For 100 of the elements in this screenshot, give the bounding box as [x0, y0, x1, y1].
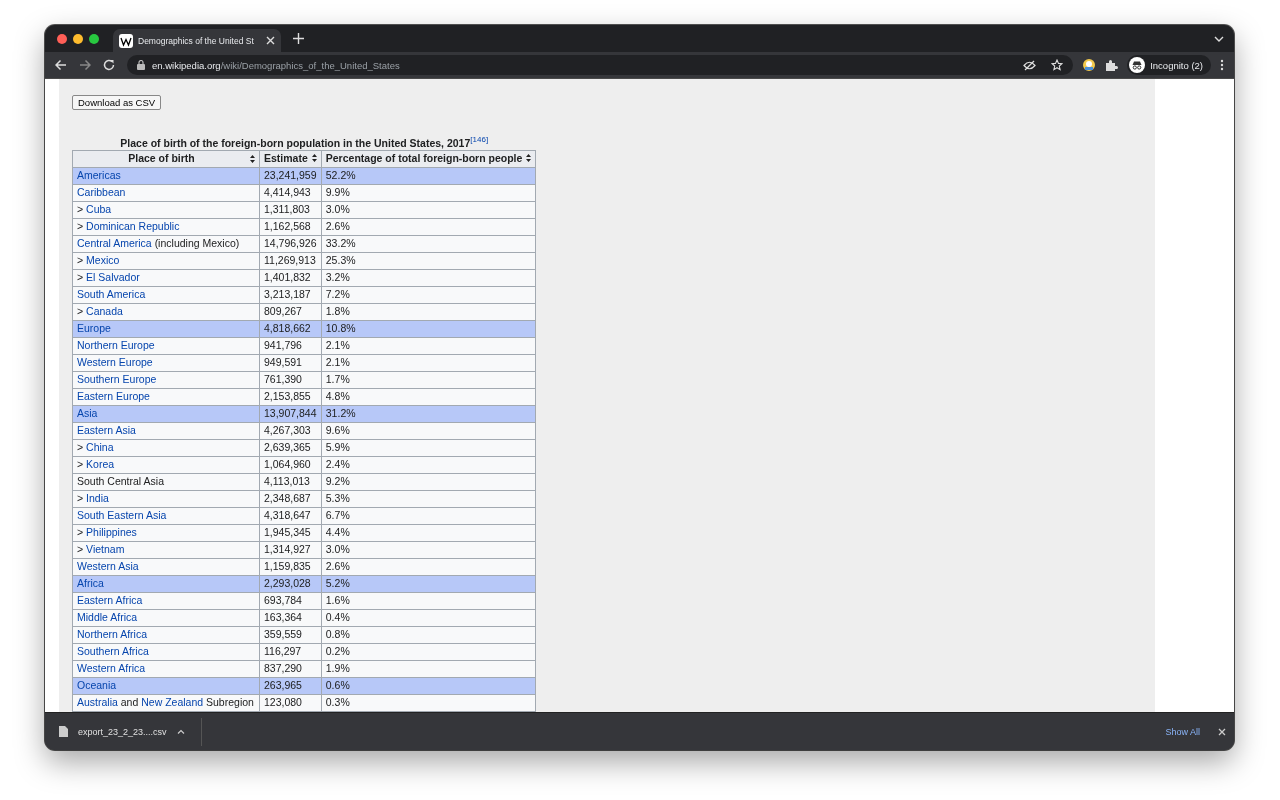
table-cell: 11,269,913 [259, 252, 322, 269]
browser-tab[interactable]: Demographics of the United St [113, 29, 281, 52]
link[interactable]: Americas [77, 169, 121, 181]
table-cell: 1,945,345 [259, 524, 322, 541]
table-cell: > Korea [72, 456, 260, 473]
link[interactable]: Vietnam [86, 543, 125, 555]
table-cell: 1,401,832 [259, 269, 322, 286]
link[interactable]: Cuba [86, 203, 112, 215]
table-cell: 1.8% [321, 303, 536, 320]
link[interactable]: Mexico [86, 254, 120, 266]
link[interactable]: Eastern Africa [77, 594, 143, 606]
column-header[interactable]: Estimate [259, 150, 322, 167]
table-cell: 116,297 [259, 643, 322, 660]
table-cell: 1.6% [321, 592, 536, 609]
table-cell: > Dominican Republic [72, 218, 260, 235]
link[interactable]: Korea [86, 458, 115, 470]
address-bar[interactable]: en.wikipedia.org/wiki/Demographics_of_the_United_States [127, 55, 1074, 75]
maximize-window-button[interactable] [89, 33, 99, 44]
link[interactable]: Southern Europe [77, 373, 157, 385]
link[interactable]: New Zealand [141, 696, 204, 708]
sort-icon[interactable] [311, 154, 317, 162]
table-cell: 25.3% [321, 252, 536, 269]
link[interactable]: South Eastern Asia [77, 509, 167, 521]
table-cell: 2.6% [321, 558, 536, 575]
table-cell: 2,639,365 [259, 439, 322, 456]
file-icon [59, 726, 68, 737]
link[interactable]: Northern Europe [77, 339, 155, 351]
table-cell: 14,796,926 [259, 235, 322, 252]
table-cell: 4.8% [321, 388, 536, 405]
show-all-button[interactable]: Show All [1157, 722, 1208, 741]
table-cell: 1.9% [321, 660, 536, 677]
link[interactable]: Africa [77, 577, 104, 589]
table-cell: 4.4% [321, 524, 536, 541]
link[interactable]: Southern Africa [77, 645, 149, 657]
caret-icon[interactable] [176, 729, 185, 734]
close-tab-icon[interactable] [266, 36, 275, 45]
table-cell: 693,784 [259, 592, 322, 609]
link[interactable]: Canada [86, 305, 123, 317]
link[interactable]: Oceania [77, 679, 117, 691]
table-cell: 1,159,835 [259, 558, 322, 575]
puzzle-icon[interactable] [1105, 58, 1119, 72]
eye-slash-icon[interactable] [1023, 59, 1037, 71]
column-header[interactable]: Place of birth [72, 150, 260, 167]
new-tab-icon[interactable] [293, 33, 304, 44]
column-header[interactable]: Percentage of total foreign-born people [321, 150, 536, 167]
link[interactable]: India [86, 492, 109, 504]
table-cell: > China [72, 439, 260, 456]
table-cell: 2.6% [321, 218, 536, 235]
table-cell: 5.3% [321, 490, 536, 507]
reference-link[interactable]: [146] [470, 135, 489, 144]
table-cell: 809,267 [259, 303, 322, 320]
sort-icon[interactable] [526, 154, 532, 162]
link[interactable]: Middle Africa [77, 611, 138, 623]
table-cell: 837,290 [259, 660, 322, 677]
link[interactable]: Eastern Europe [77, 390, 150, 402]
link[interactable]: Western Europe [77, 356, 153, 368]
close-window-button[interactable] [57, 33, 67, 44]
table-cell: 1,064,960 [259, 456, 322, 473]
tab-search-icon[interactable] [1214, 35, 1224, 42]
incognito-profile-button[interactable]: Incognito (2) [1127, 55, 1211, 75]
table-cell: 163,364 [259, 609, 322, 626]
table-cell: 2.4% [321, 456, 536, 473]
table-cell: 949,591 [259, 354, 322, 371]
link[interactable]: El Salvador [86, 271, 140, 283]
link[interactable]: Europe [77, 322, 111, 334]
download-item[interactable]: export_23_2_23....csv [59, 717, 202, 746]
table-cell: 1.7% [321, 371, 536, 388]
table-cell: 123,080 [259, 694, 322, 711]
table-cell: 4,113,013 [259, 473, 322, 490]
table-cell: 2.1% [321, 354, 536, 371]
link[interactable]: Northern Africa [77, 628, 148, 640]
table-cell: 7.2% [321, 286, 536, 303]
bookmark-star-icon[interactable] [1051, 59, 1064, 71]
link[interactable]: Eastern Asia [77, 424, 136, 436]
table-cell: 359,559 [259, 626, 322, 643]
table-cell: 2.1% [321, 337, 536, 354]
link[interactable]: China [86, 441, 114, 453]
table-caption: Place of birth of the foreign-born population in the United States, 2017$^{[146]}$ [119, 135, 490, 150]
link[interactable]: Philippines [86, 526, 137, 538]
table-cell: 0.8% [321, 626, 536, 643]
close-icon[interactable] [1218, 727, 1226, 736]
sort-icon[interactable] [250, 155, 255, 163]
back-icon[interactable] [55, 59, 67, 71]
table-cell: 2,348,687 [259, 490, 322, 507]
download-csv-button[interactable]: Download as CSV [72, 95, 162, 110]
link[interactable]: Dominican Republic [86, 220, 180, 232]
menu-icon[interactable] [1220, 59, 1224, 71]
link[interactable]: South America [77, 288, 146, 300]
link[interactable]: Asia [77, 407, 98, 419]
table-cell: > Mexico [72, 252, 260, 269]
link[interactable]: Western Africa [77, 662, 146, 674]
minimize-window-button[interactable] [73, 33, 83, 44]
forward-icon[interactable] [79, 59, 91, 71]
link[interactable]: Australia [77, 696, 118, 708]
link[interactable]: Caribbean [77, 186, 126, 198]
table-cell: > Vietnam [72, 541, 260, 558]
link[interactable]: Central America [77, 237, 152, 249]
reload-icon[interactable] [103, 59, 115, 71]
link[interactable]: Western Asia [77, 560, 139, 572]
table-cell: 4,318,647 [259, 507, 322, 524]
